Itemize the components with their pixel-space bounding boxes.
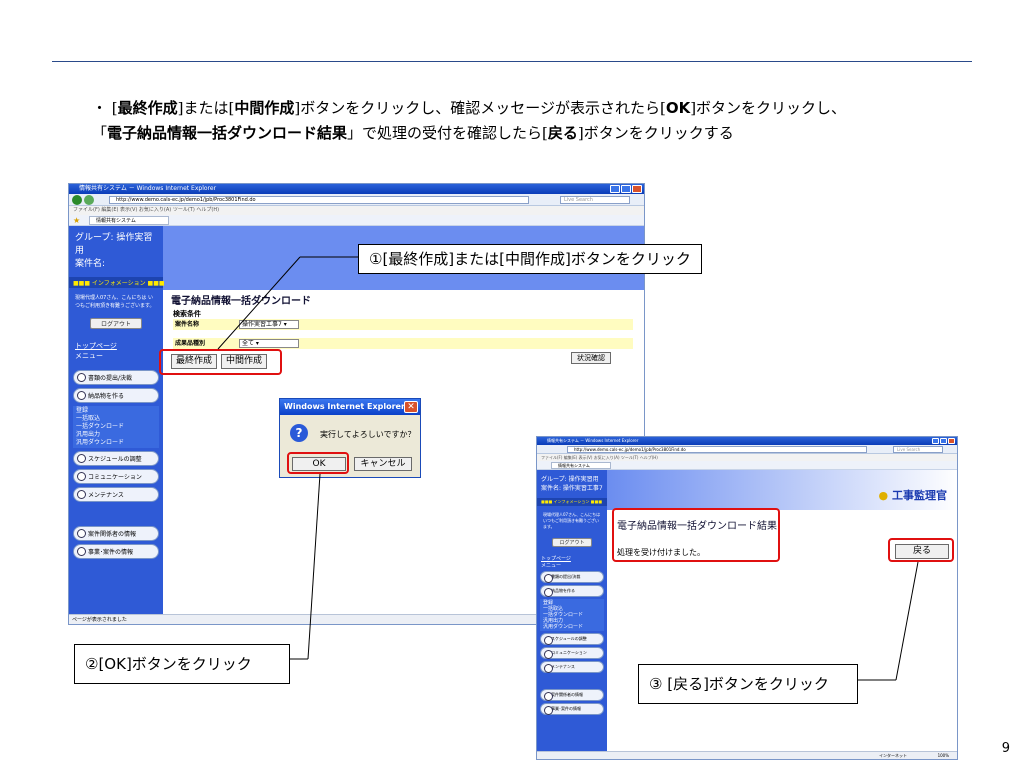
connector-step2-diag [307,473,321,660]
page-number: 9 [1001,741,1010,756]
connector-step3-diag [895,561,919,681]
connector-lines [217,256,919,681]
connector-step1-diag [217,256,301,350]
